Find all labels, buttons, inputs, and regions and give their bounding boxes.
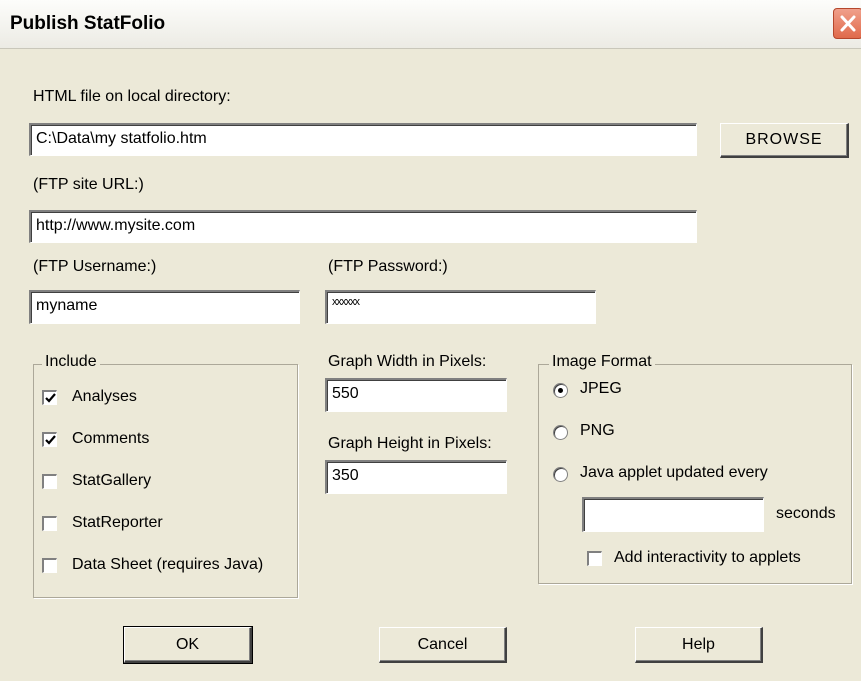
comments-label: Comments [72, 430, 150, 447]
seconds-input[interactable] [582, 497, 764, 532]
close-icon [840, 15, 856, 32]
java-applet-label: Java applet updated every [580, 464, 768, 481]
check-icon [45, 435, 56, 445]
ftp-username-input[interactable]: myname [29, 290, 300, 324]
window-title: Publish StatFolio [10, 13, 166, 34]
data-sheet-checkbox[interactable] [42, 558, 57, 573]
ftp-password-input[interactable]: xxxxxx [325, 290, 596, 324]
statgallery-checkbox[interactable] [42, 474, 57, 489]
statreporter-label: StatReporter [72, 514, 163, 531]
browse-button[interactable]: BROWSE [720, 123, 849, 158]
html-file-label: HTML file on local directory: [33, 88, 231, 105]
statreporter-checkbox[interactable] [42, 516, 57, 531]
graph-height-input[interactable]: 350 [325, 460, 507, 494]
analyses-label: Analyses [72, 388, 137, 405]
interactivity-checkbox[interactable] [587, 551, 602, 566]
analyses-checkbox[interactable] [42, 390, 57, 405]
ftp-username-label: (FTP Username:) [33, 258, 157, 275]
graph-height-label: Graph Height in Pixels: [328, 435, 492, 452]
jpeg-label: JPEG [580, 380, 622, 397]
png-label: PNG [580, 422, 615, 439]
ftp-password-label: (FTP Password:) [328, 258, 448, 275]
include-group-title: Include [42, 353, 100, 371]
interactivity-label: Add interactivity to applets [614, 549, 801, 566]
png-radio[interactable] [553, 425, 568, 440]
ok-button[interactable]: OK [123, 626, 253, 664]
graph-width-input[interactable]: 550 [325, 378, 507, 412]
graph-width-label: Graph Width in Pixels: [328, 353, 487, 370]
statgallery-label: StatGallery [72, 472, 152, 489]
html-file-input[interactable]: C:\Data\my statfolio.htm [29, 123, 697, 156]
cancel-button[interactable]: Cancel [379, 627, 507, 663]
jpeg-radio[interactable] [553, 383, 568, 398]
seconds-label: seconds [776, 505, 836, 522]
help-button[interactable]: Help [635, 627, 763, 663]
ftp-url-input[interactable]: http://www.mysite.com [29, 210, 697, 243]
image-format-group-title: Image Format [549, 353, 655, 371]
comments-checkbox[interactable] [42, 432, 57, 447]
title-bar: Publish StatFolio [0, 0, 861, 49]
close-button[interactable] [833, 8, 861, 39]
ftp-url-label: (FTP site URL:) [33, 176, 144, 193]
java-applet-radio[interactable] [553, 467, 568, 482]
data-sheet-label: Data Sheet (requires Java) [72, 556, 264, 573]
check-icon [45, 393, 56, 403]
